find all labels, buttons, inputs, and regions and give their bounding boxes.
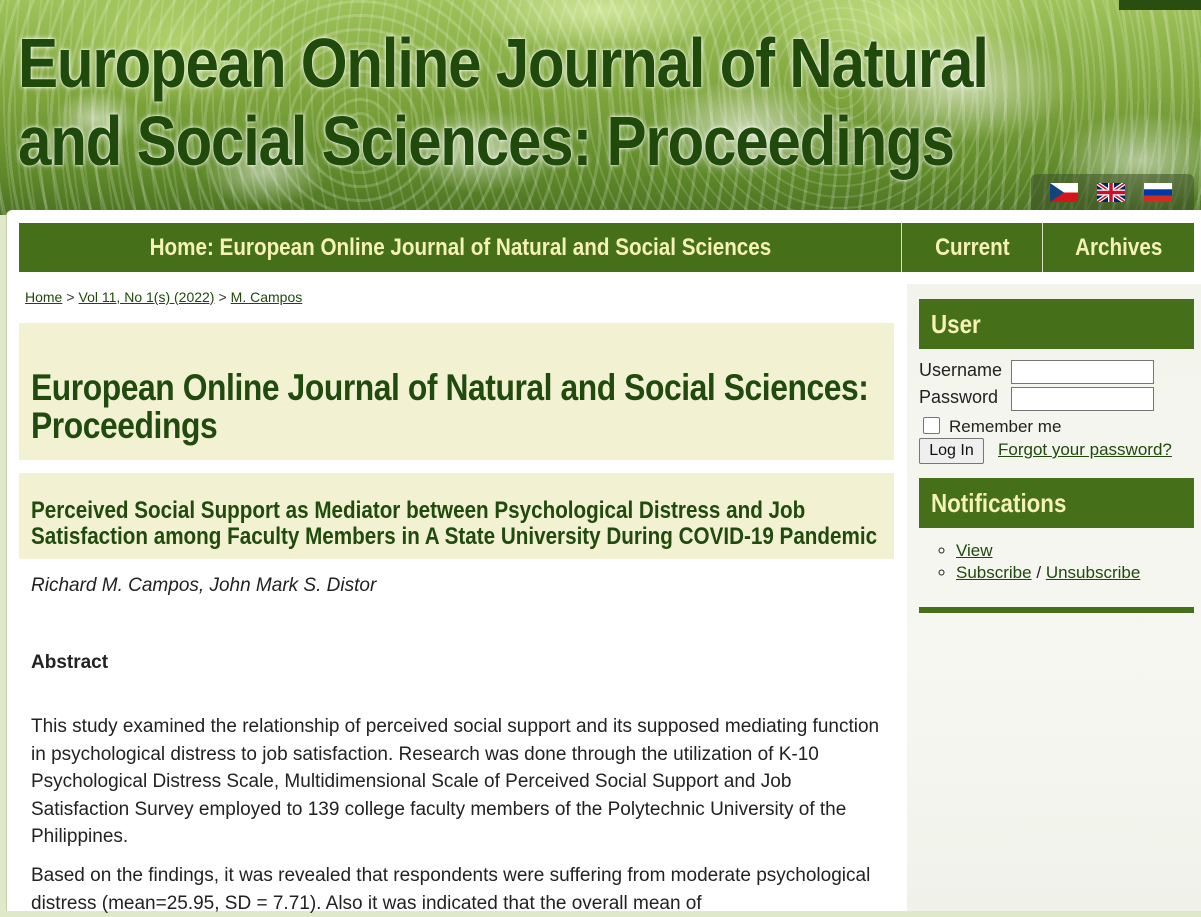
main-navbar: Home: European Online Journal of Natural… — [19, 223, 1194, 272]
nav-home-link[interactable]: Home: European Online Journal of Natural… — [149, 223, 771, 272]
notifications-divider — [919, 607, 1194, 613]
remember-me-checkbox[interactable] — [923, 417, 940, 434]
user-heading-text: User — [931, 309, 981, 339]
breadcrumb-home-link[interactable]: Home — [25, 289, 62, 305]
article-title-box: Perceived Social Support as Mediator bet… — [19, 473, 894, 559]
nav-archives-link[interactable]: Archives — [1075, 223, 1162, 272]
user-block-heading: User — [919, 299, 1194, 349]
russia-flag-icon[interactable] — [1144, 183, 1172, 202]
site-title: European Online Journal of Natural and S… — [18, 24, 989, 180]
nav-current-cell: Current — [901, 223, 1042, 272]
article-title: Perceived Social Support as Mediator bet… — [31, 497, 878, 550]
uk-flag-icon[interactable] — [1097, 183, 1125, 202]
nav-home-cell: Home: European Online Journal of Natural… — [19, 223, 901, 272]
nav-archives-cell: Archives — [1042, 223, 1194, 272]
notifications-view-link[interactable]: View — [956, 541, 993, 560]
username-input[interactable] — [1011, 360, 1154, 384]
language-selector — [1031, 174, 1194, 210]
remember-me-label: Remember me — [949, 417, 1062, 436]
notifications-item-view: View — [956, 540, 1140, 562]
notifications-subscribe-link[interactable]: Subscribe — [956, 563, 1032, 582]
notifications-list: View Subscribe / Unsubscribe — [937, 540, 1140, 584]
notifications-unsubscribe-link[interactable]: Unsubscribe — [1046, 563, 1141, 582]
article-authors: Richard M. Campos, John Mark S. Distor — [31, 575, 377, 596]
username-label: Username — [919, 360, 1003, 380]
notifications-block-heading: Notifications — [919, 478, 1194, 528]
breadcrumb-author-link[interactable]: M. Campos — [231, 289, 303, 305]
notifications-heading-text: Notifications — [931, 488, 1067, 518]
password-label: Password — [919, 387, 999, 407]
notifications-item-subscribe: Subscribe / Unsubscribe — [956, 562, 1140, 584]
login-button[interactable]: Log In — [919, 438, 984, 464]
breadcrumb: Home > Vol 11, No 1(s) (2022) > M. Campos — [25, 289, 302, 305]
forgot-password-link[interactable]: Forgot your password? — [998, 440, 1172, 460]
corner-logo — [1119, 0, 1201, 10]
journal-title-box: European Online Journal of Natural and S… — [19, 323, 894, 460]
abstract-paragraph: This study examined the relationship of … — [31, 716, 880, 847]
notifications-slash: / — [1036, 563, 1042, 582]
journal-title: European Online Journal of Natural and S… — [31, 367, 869, 446]
password-input[interactable] — [1011, 387, 1154, 411]
nav-current-link[interactable]: Current — [935, 223, 1010, 272]
abstract-paragraph: Based on the findings, it was revealed t… — [31, 865, 871, 914]
czech-flag-icon[interactable] — [1050, 183, 1078, 202]
breadcrumb-separator: > — [218, 289, 227, 305]
breadcrumb-issue-link[interactable]: Vol 11, No 1(s) (2022) — [79, 289, 215, 305]
breadcrumb-separator: > — [66, 289, 75, 305]
abstract-heading: Abstract — [31, 652, 109, 673]
